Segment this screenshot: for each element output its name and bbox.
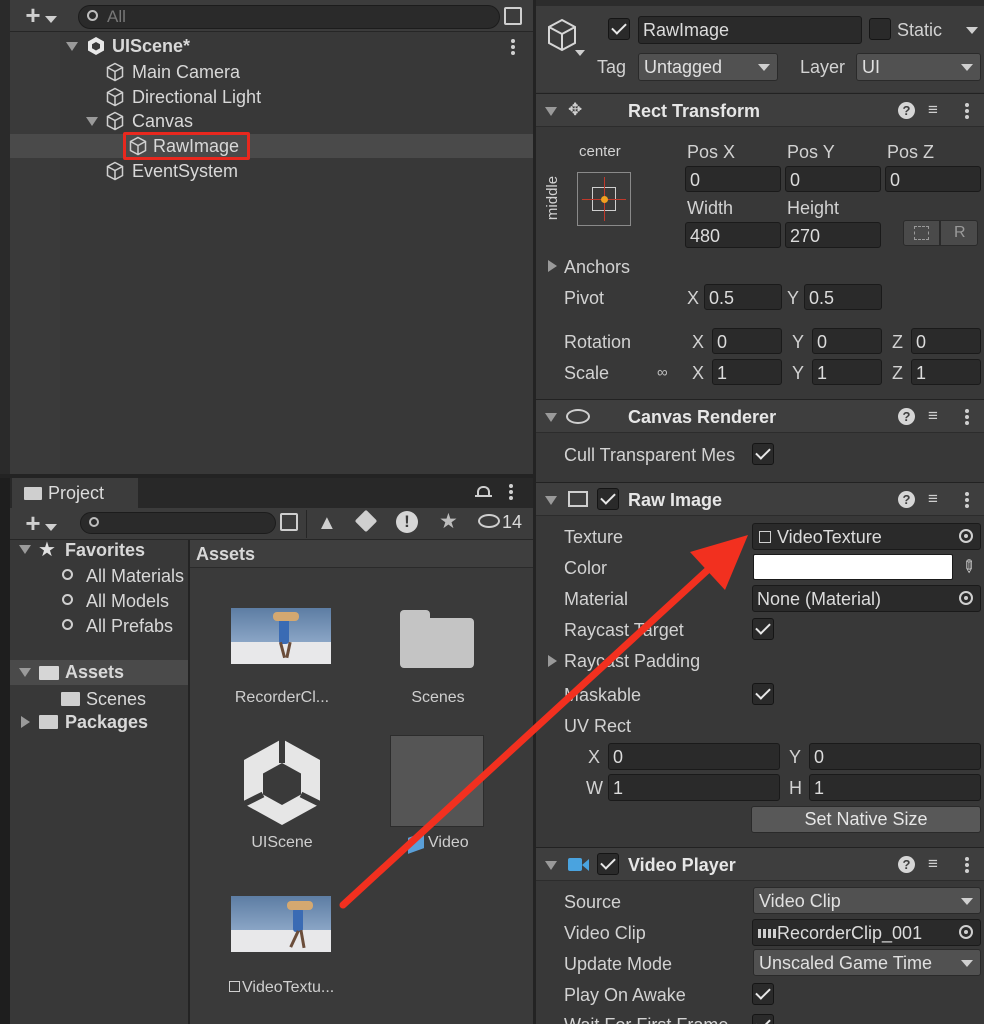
annotation-arrow bbox=[339, 535, 748, 909]
